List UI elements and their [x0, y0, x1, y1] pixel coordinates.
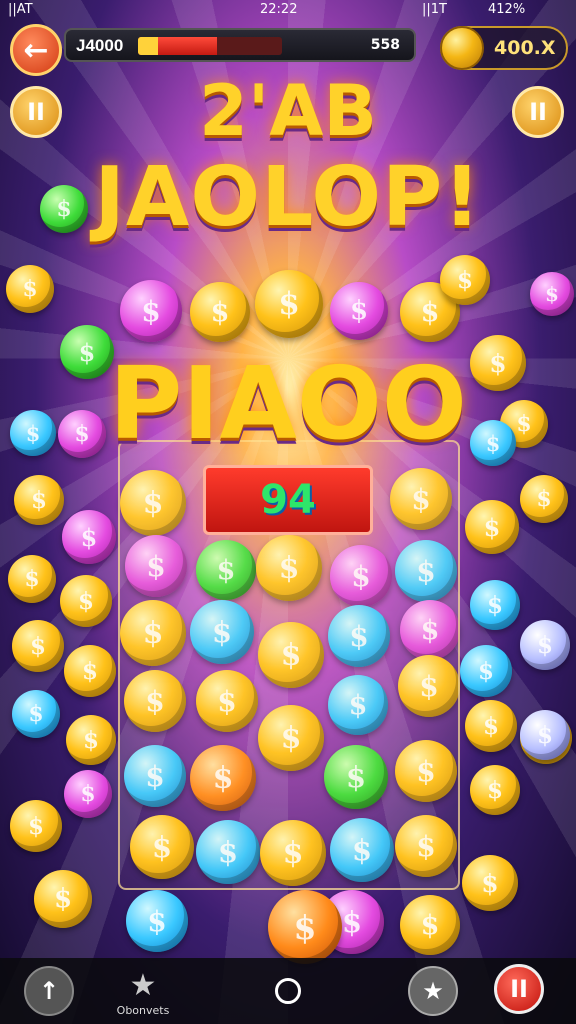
signal-indicator: ||AT: [8, 2, 33, 17]
coin-lav: $: [520, 620, 570, 670]
coin-icon: [440, 26, 484, 70]
coin-gold: $: [12, 620, 64, 672]
coin-gold: $: [470, 765, 520, 815]
progress-bar: [138, 37, 282, 55]
coin-gold: $: [400, 895, 460, 955]
coin-gold: $: [6, 265, 54, 313]
coin-gold: $: [190, 282, 250, 342]
coin-lav: $: [520, 710, 570, 760]
coin-gold: $: [64, 645, 116, 697]
pause-icon: II: [510, 975, 528, 1003]
progress-cap: [138, 37, 158, 55]
offers-button[interactable]: ★: [118, 960, 168, 1010]
coin-count: 400.X: [494, 37, 556, 59]
score-label: J4000: [76, 36, 124, 55]
clock: 22:22: [260, 2, 298, 17]
coin-pink: $: [330, 282, 388, 340]
coin-blue: $: [126, 890, 188, 952]
coin-gold: $: [10, 800, 62, 852]
score-bar: J4000 558: [64, 28, 416, 62]
circle-home-icon: [275, 978, 301, 1004]
coin-pink: $: [120, 280, 182, 342]
coin-gold: $: [8, 555, 56, 603]
big-jackpot-title: PIAOO: [109, 345, 467, 462]
status-bar: ||AT 22:22 ||1T 412%: [0, 0, 576, 20]
title-line-2: JAOLOP!: [94, 150, 482, 245]
coin-pink: $: [530, 272, 574, 316]
battery-indicator: 412%: [488, 2, 526, 17]
coin-gold: $: [34, 870, 92, 928]
coin-gold: $: [465, 700, 517, 752]
coin-blue: $: [12, 690, 60, 738]
coin-gold: $: [14, 475, 64, 525]
coin-gold: $: [255, 270, 323, 338]
coin-blue: $: [460, 645, 512, 697]
coin-counter[interactable]: 400.X: [440, 26, 568, 70]
pause-button[interactable]: II: [494, 964, 544, 1014]
network-indicator: ||1T: [422, 2, 447, 17]
coin-gold: $: [60, 575, 112, 627]
coin-green: $: [40, 185, 88, 233]
up-button[interactable]: ↑: [24, 966, 74, 1016]
title-line-1: 2'AB: [199, 70, 377, 152]
jackpot-counter: 94: [203, 465, 373, 535]
coin-gold: $: [462, 855, 518, 911]
coin-pink: $: [64, 770, 112, 818]
coin-gold: $: [440, 255, 490, 305]
coin-gold: $: [465, 500, 519, 554]
coin-blue: $: [470, 580, 520, 630]
coin-gold: $: [520, 475, 568, 523]
home-button[interactable]: [263, 966, 313, 1016]
score-value: 558: [370, 37, 400, 53]
back-button[interactable]: ←: [10, 24, 62, 76]
star-icon: ★: [129, 967, 157, 1003]
arrow-up-icon: ↑: [38, 977, 60, 1005]
favorite-button[interactable]: ★: [408, 966, 458, 1016]
star-badge-icon: ★: [422, 977, 444, 1005]
coin-gold: $: [66, 715, 116, 765]
arrow-left-icon: ←: [23, 32, 49, 68]
offers-label: Obonvets: [116, 1004, 170, 1017]
coin-pink: $: [62, 510, 116, 564]
coin-orange: $: [268, 890, 342, 964]
